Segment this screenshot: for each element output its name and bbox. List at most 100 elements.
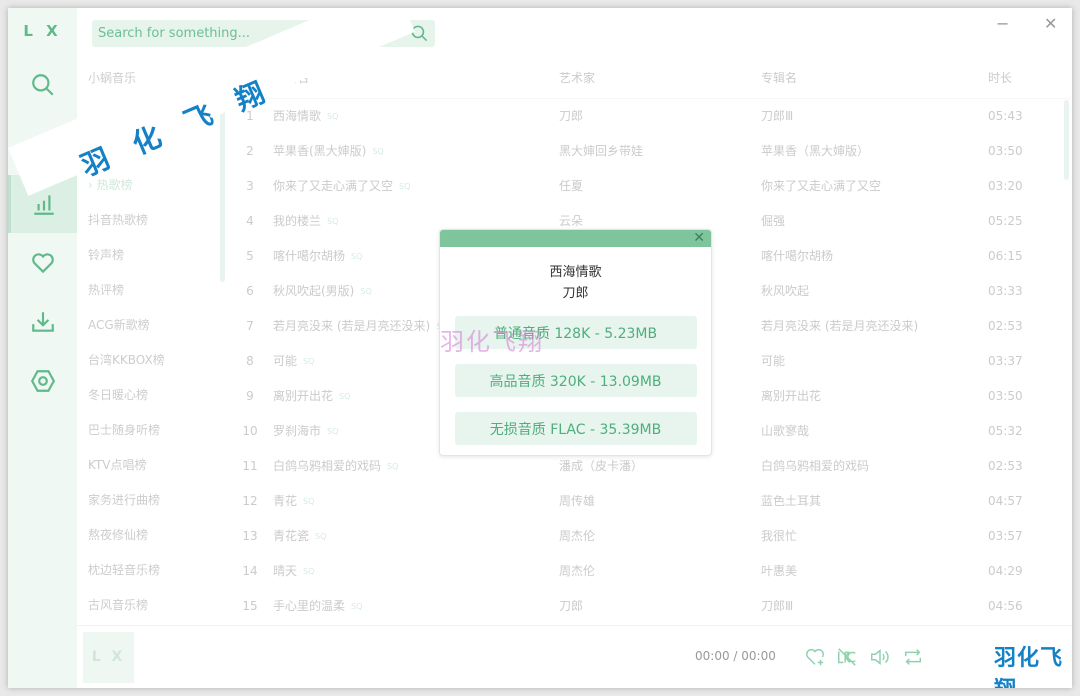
quality-lossless-button[interactable]: 无损音质 FLAC - 35.39MB [454,412,697,445]
song-name: 青花瓷 SQ [273,519,326,554]
list-item[interactable]: 古风音乐榜 [78,588,226,623]
duration-text: 03:57 [988,529,1023,543]
table-row[interactable]: 13 青花瓷 SQ 周杰伦 我很忙 03:57 [230,519,1070,554]
duration: 03:37 [988,344,1023,379]
lyrics-toggle-button[interactable] [836,646,858,668]
list-item[interactable]: 台湾KKBOX榜 [78,343,226,378]
song-name: 可能 SQ [273,344,314,379]
table-scrollbar[interactable] [1064,100,1069,180]
table-row[interactable]: 14 晴天 SQ 周杰伦 叶惠美 04:29 [230,554,1070,589]
row-index: 5 [240,239,260,274]
list-item[interactable]: › 热歌榜 [78,168,226,203]
add-favorite-button[interactable] [804,646,826,668]
duration-text: 02:53 [988,459,1023,473]
hexagon-settings-icon [30,370,55,392]
table-row[interactable]: 2 苹果香(黑大婶版) SQ 黑大婶回乡带娃 苹果香（黑大婶版） 03:50 [230,134,1070,169]
song-name: 你来了又走心满了又空 SQ [273,169,410,204]
artist: 刀郎 [559,589,583,624]
album-text: 白鸽乌鸦相爱的戏码 [761,459,870,473]
artist-text: 周传雄 [559,494,596,508]
list-item[interactable]: 抖音热歌榜 [78,203,226,238]
song-name: 西海情歌 SQ [273,99,338,134]
row-index: 6 [240,274,260,309]
album: 可能 [761,344,785,379]
table-row[interactable]: 3 你来了又走心满了又空 SQ 任夏 你来了又走心满了又空 03:20 [230,169,1070,204]
minimize-button[interactable]: − [996,14,1009,33]
sidebar-item-settings[interactable] [8,352,77,410]
duration: 05:25 [988,204,1023,239]
duration-text: 03:37 [988,354,1023,368]
song-name: 离别开出花 SQ [273,379,350,414]
list-item[interactable]: KTV点唱榜 [78,448,226,483]
album-cover[interactable]: L X [83,632,134,683]
list-item[interactable] [78,98,226,133]
row-index-text: 7 [246,319,254,333]
song-name: 青花 SQ [273,484,314,519]
duration: 03:50 [988,379,1023,414]
sidebar-item-favorites[interactable] [8,234,77,292]
artist-text: 周杰伦 [559,529,596,543]
duration-text: 05:32 [988,424,1023,438]
album: 我很忙 [761,519,797,554]
list-item[interactable]: 枕边轻音乐榜 [78,553,226,588]
volume-button[interactable] [869,646,891,668]
album: 叶惠美 [761,554,797,589]
quality-high-button[interactable]: 高品音质 320K - 13.09MB [454,364,697,397]
quality-badge: SQ [303,497,315,506]
quality-badge: SQ [327,112,339,121]
list-item[interactable]: 冬日暖心榜 [78,378,226,413]
source-label[interactable]: 小蜗音乐 [78,63,226,98]
list-item[interactable]: 巴士随身听榜 [78,413,226,448]
table-row[interactable]: 1 西海情歌 SQ 刀郎 刀郎Ⅲ 05:43 [230,99,1070,134]
quality-badge: SQ [303,567,315,576]
song-name: 手心里的温柔 SQ [273,589,362,624]
artist: 任夏 [559,169,583,204]
duration: 02:53 [988,309,1023,344]
sidebar-item-download[interactable] [8,293,77,351]
list-item[interactable]: 铃声榜 [78,238,226,273]
row-index-text: 11 [242,459,258,473]
quality-badge: SQ [327,217,339,226]
duration: 03:57 [988,519,1023,554]
sidebar-item-search[interactable] [8,56,77,114]
search-icon [31,74,54,96]
list-item[interactable]: 新歌榜 [78,133,226,168]
search-icon[interactable] [410,24,429,43]
artist-text: 潘成（皮卡潘） [559,459,644,473]
list-scrollbar[interactable] [220,100,225,282]
quality-badge: SQ [399,182,411,191]
list-item[interactable]: 熬夜修仙榜 [78,518,226,553]
download-icon [31,312,54,332]
list-item[interactable]: ACG新歌榜 [78,308,226,343]
song-name: 若月亮没来 (若是月亮还没来)SQ [273,309,448,344]
search-bar [92,20,435,47]
song-name-text: 手心里的温柔 [273,599,346,613]
leaderboard-list: 小蜗音乐 新歌榜 › 热歌榜 抖音热歌榜 铃声榜 热评榜 ACG新歌榜 台湾KKBOX榜 冬日… [78,63,226,625]
song-name-text: 苹果香(黑大婶版) [273,144,367,158]
close-button[interactable]: ✕ [1044,14,1057,33]
table-row[interactable]: 12 青花 SQ 周传雄 蓝色土耳其 04:57 [230,484,1070,519]
album-text: 可能 [761,354,786,368]
player-bar: L X 00:00 / 00:00 羽化飞翔 [77,625,1072,688]
repeat-button[interactable] [902,646,924,668]
header-album: 专辑名 [761,71,798,85]
song-name-text: 西海情歌 [273,109,322,123]
list-item[interactable]: 热评榜 [78,273,226,308]
song-name-text: 青花瓷 [273,529,310,543]
search-input[interactable] [92,20,392,47]
song-name: 苹果香(黑大婶版) SQ [273,134,384,169]
row-index-text: 3 [246,179,254,193]
quality-badge: SQ [315,532,327,541]
song-name: 我的楼兰 SQ [273,204,338,239]
song-name: 秋风吹起(男版) SQ [273,274,372,309]
duration-text: 06:15 [988,249,1023,263]
sidebar-item-leaderboard[interactable] [8,175,77,233]
watermark-logo: 羽化飞翔 [994,646,1064,688]
quality-standard-button[interactable]: 普通音质 128K - 5.23MB [454,316,697,349]
table-row[interactable]: 15 手心里的温柔 SQ 刀郎 刀郎Ⅲ 04:56 [230,589,1070,624]
album-text: 蓝色土耳其 [761,494,822,508]
quality-badge: SQ [387,462,399,471]
dialog-close-button[interactable]: ✕ [693,230,705,247]
list-item[interactable]: 家务进行曲榜 [78,483,226,518]
repeat-icon [904,649,922,665]
